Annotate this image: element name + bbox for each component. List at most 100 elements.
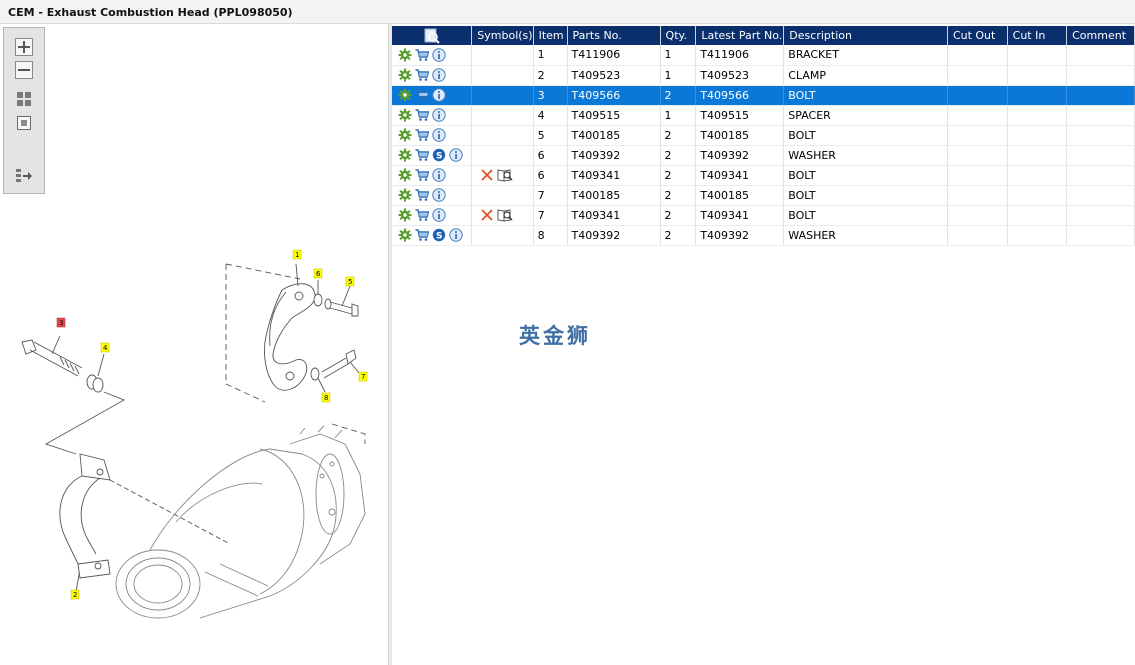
column-header-actions[interactable] [392, 26, 473, 45]
cart-icon[interactable] [415, 48, 429, 62]
info-icon[interactable] [432, 208, 446, 222]
cell-cut-out [947, 225, 1008, 246]
gear-icon[interactable] [398, 128, 412, 142]
column-header-comment[interactable]: Comment [1066, 26, 1135, 45]
svg-text:7: 7 [361, 373, 365, 381]
info-icon[interactable] [432, 128, 446, 142]
cell-parts-no: T409341 [567, 165, 661, 186]
gear-icon[interactable] [398, 168, 412, 182]
table-row[interactable]: 5 T400185 2 T400185 BOLT [392, 125, 1135, 146]
info-icon[interactable] [432, 108, 446, 122]
cart-icon[interactable] [415, 188, 429, 202]
cell-item: 4 [533, 105, 568, 126]
fit-all-button[interactable] [15, 90, 33, 108]
column-header-cut-in[interactable]: Cut In [1007, 26, 1068, 45]
cell-item: 3 [533, 85, 568, 106]
table-row[interactable]: 7 T400185 2 T400185 BOLT [392, 185, 1135, 206]
column-header-item[interactable]: Item [533, 26, 568, 45]
cell-comment [1066, 105, 1135, 126]
table-row[interactable]: 6 T409341 2 T409341 BOLT [392, 165, 1135, 186]
cart-icon[interactable] [415, 88, 429, 102]
svg-text:5: 5 [348, 278, 352, 286]
cell-cut-out [947, 45, 1008, 66]
table-row[interactable]: 3 T409566 2 T409566 BOLT [392, 85, 1135, 106]
cell-parts-no: T409515 [567, 105, 661, 126]
table-row[interactable]: 2 T409523 1 T409523 CLAMP [392, 65, 1135, 86]
cell-item: 6 [533, 165, 568, 186]
parts-table: Symbol(s) Item Parts No. Qty. Latest Par… [392, 26, 1135, 246]
table-row[interactable]: S 6 T409392 2 T409392 WASHER [392, 145, 1135, 166]
actual-size-button[interactable] [15, 114, 33, 132]
cart-icon[interactable] [415, 68, 429, 82]
row-actions [392, 45, 473, 66]
info-icon[interactable] [432, 68, 446, 82]
row-symbols [471, 225, 534, 246]
gear-icon[interactable] [398, 228, 412, 242]
info-icon[interactable] [432, 168, 446, 182]
info-icon[interactable] [432, 88, 446, 102]
cart-icon[interactable] [415, 128, 429, 142]
cross-icon[interactable] [480, 208, 494, 222]
cell-latest-part-no: T400185 [695, 185, 785, 206]
book-magnifier-icon[interactable] [497, 208, 513, 222]
column-header-description[interactable]: Description [783, 26, 948, 45]
zoom-in-icon [15, 38, 33, 56]
cross-icon[interactable] [480, 168, 494, 182]
cell-description: WASHER [783, 225, 948, 246]
svg-text:2: 2 [73, 591, 77, 599]
column-header-latest-part-no[interactable]: Latest Part No. [695, 26, 785, 45]
table-row[interactable]: 4 T409515 1 T409515 SPACER [392, 105, 1135, 126]
column-header-qty[interactable]: Qty. [660, 26, 697, 45]
book-magnifier-icon[interactable] [497, 168, 513, 182]
gear-icon[interactable] [398, 88, 412, 102]
zoom-in-button[interactable] [15, 38, 33, 56]
info-icon[interactable] [449, 148, 463, 162]
column-header-parts-no[interactable]: Parts No. [567, 26, 661, 45]
cart-icon[interactable] [415, 108, 429, 122]
cart-icon[interactable] [415, 168, 429, 182]
table-row[interactable]: S 8 T409392 2 T409392 WASHER [392, 225, 1135, 246]
gear-icon[interactable] [398, 48, 412, 62]
gear-icon[interactable] [398, 188, 412, 202]
cell-description: SPACER [783, 105, 948, 126]
gear-icon[interactable] [398, 208, 412, 222]
table-row[interactable]: 1 T411906 1 T411906 BRACKET [392, 45, 1135, 66]
row-actions [392, 205, 473, 226]
cell-comment [1066, 125, 1135, 146]
cell-latest-part-no: T409341 [695, 205, 785, 226]
table-row[interactable]: 7 T409341 2 T409341 BOLT [392, 205, 1135, 226]
parts-list-pane: Symbol(s) Item Parts No. Qty. Latest Par… [392, 24, 1135, 665]
column-header-cut-out[interactable]: Cut Out [947, 26, 1008, 45]
info-icon[interactable] [432, 188, 446, 202]
gear-icon[interactable] [398, 148, 412, 162]
row-symbols [471, 145, 534, 166]
row-symbols [471, 165, 534, 186]
row-symbols [471, 65, 534, 86]
row-actions [392, 165, 473, 186]
cart-icon[interactable] [415, 208, 429, 222]
cell-item: 2 [533, 65, 568, 86]
cell-qty: 2 [660, 185, 697, 206]
row-symbols [471, 205, 534, 226]
exploded-parts-diagram: 1 6 5 3 4 7 8 2 [21, 249, 368, 619]
cell-item: 8 [533, 225, 568, 246]
cell-cut-out [947, 165, 1008, 186]
svg-text:S: S [436, 152, 442, 162]
column-header-symbols[interactable]: Symbol(s) [471, 26, 534, 45]
gear-icon[interactable] [398, 68, 412, 82]
cart-icon[interactable] [415, 228, 429, 242]
window-title: CEM - Exhaust Combustion Head (PPL098050… [8, 6, 293, 19]
supersession-icon[interactable]: S [432, 148, 446, 162]
cart-icon[interactable] [415, 148, 429, 162]
cell-parts-no: T409566 [567, 85, 661, 106]
row-symbols [471, 85, 534, 106]
gear-icon[interactable] [398, 108, 412, 122]
export-button[interactable] [15, 167, 33, 185]
cell-cut-in [1007, 85, 1068, 106]
info-icon[interactable] [449, 228, 463, 242]
supersession-icon[interactable]: S [432, 228, 446, 242]
zoom-out-button[interactable] [15, 61, 33, 79]
cell-comment [1066, 65, 1135, 86]
illustration-pane[interactable]: 1 6 5 3 4 7 8 2 [0, 24, 388, 665]
info-icon[interactable] [432, 48, 446, 62]
